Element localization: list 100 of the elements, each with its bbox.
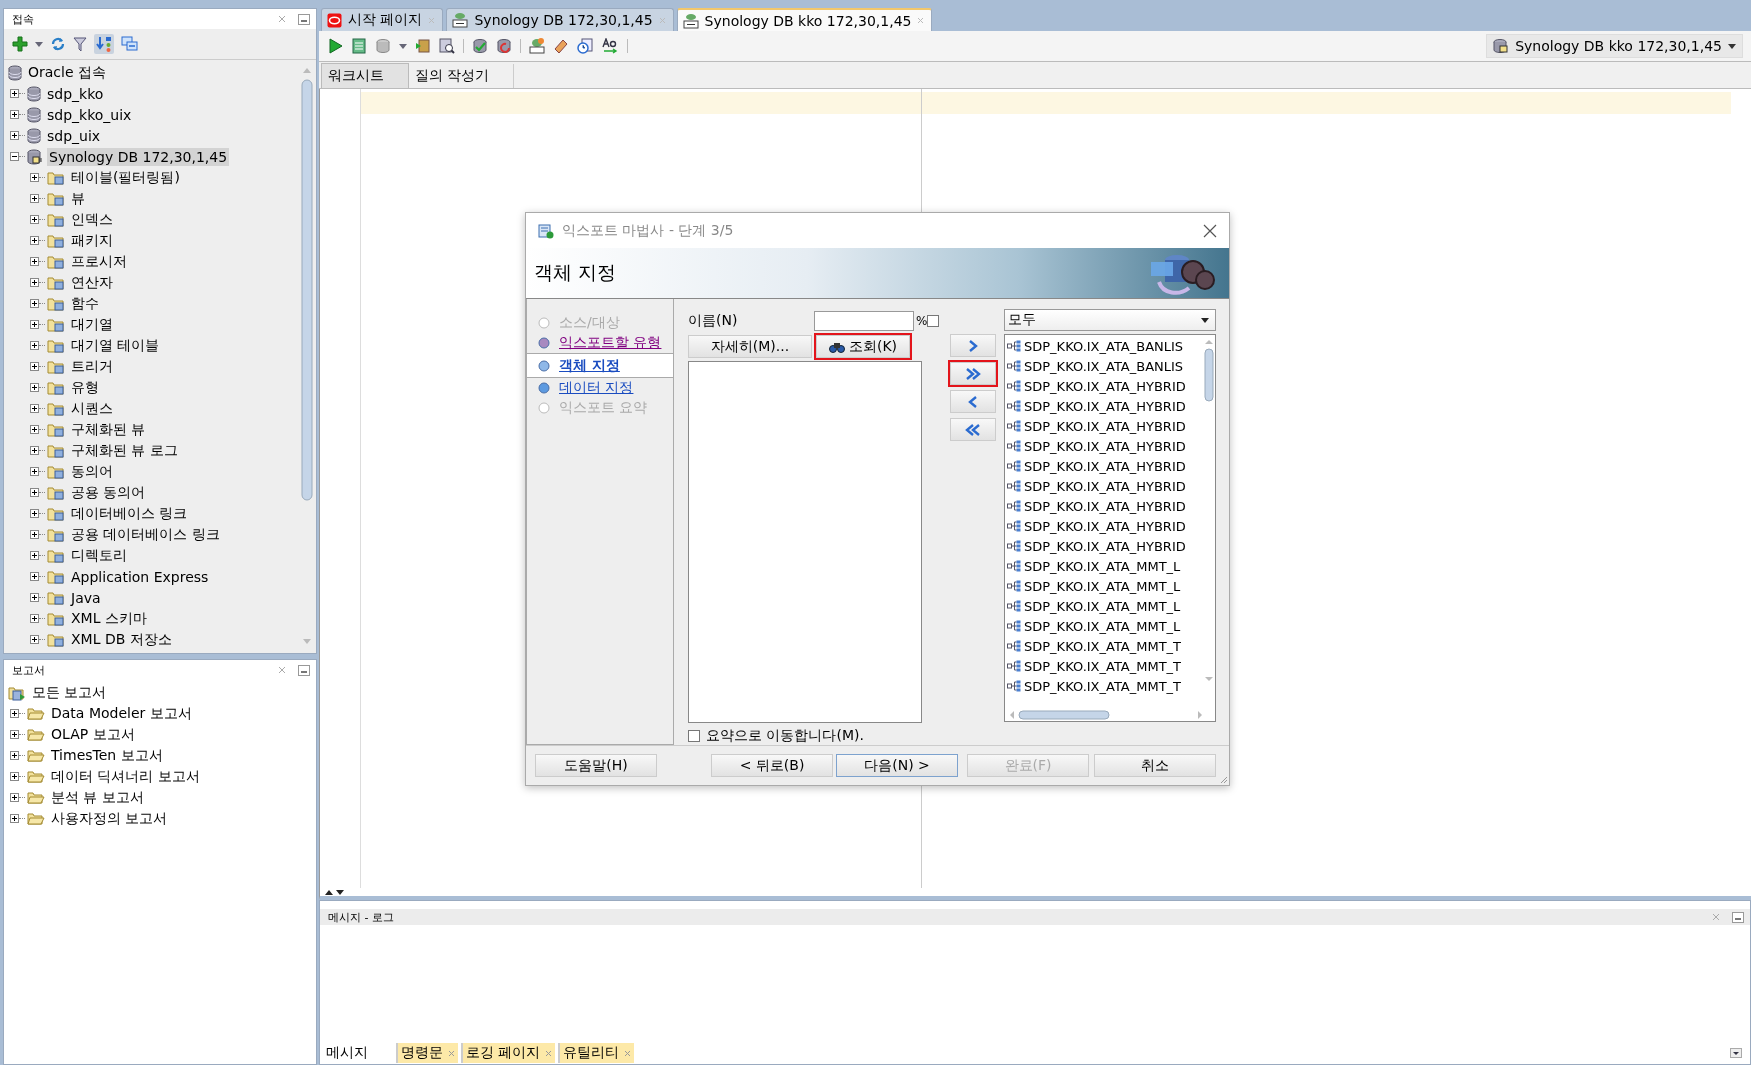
tree-item[interactable]: 디렉토리 xyxy=(69,545,129,566)
list-item[interactable]: SDP_KKO.IX_ATA_HYBRID xyxy=(1024,478,1186,494)
resize-grip-icon[interactable] xyxy=(1220,776,1228,784)
list-item[interactable]: SDP_KKO.IX_ATA_HYBRID xyxy=(1024,438,1186,454)
expander-icon[interactable] xyxy=(30,215,39,224)
list-item[interactable]: SDP_KKO.IX_ATA_HYBRID xyxy=(1024,518,1186,534)
expander-icon[interactable] xyxy=(10,730,19,739)
dialog-button[interactable]: < 뒤로(B) xyxy=(711,754,833,778)
list-item[interactable]: SDP_KKO.IX_ATA_HYBRID xyxy=(1024,398,1186,414)
expander-icon[interactable] xyxy=(10,709,19,718)
list-item[interactable]: SDP_KKO.IX_ATA_BANLIS xyxy=(1024,358,1184,374)
tree-item[interactable]: 트리거 xyxy=(69,356,115,377)
split-arrows-icon[interactable] xyxy=(324,888,346,896)
wizard-step[interactable]: 익스포트할 유형 xyxy=(559,334,662,353)
expander-icon[interactable] xyxy=(30,635,39,644)
expander-icon[interactable] xyxy=(30,236,39,245)
move-button[interactable] xyxy=(950,390,996,414)
tree-item[interactable]: Application Express xyxy=(69,567,211,586)
expander-icon[interactable] xyxy=(10,89,19,98)
caret-icon[interactable] xyxy=(35,41,43,47)
expander-icon[interactable] xyxy=(30,173,39,182)
expander-icon[interactable] xyxy=(30,509,39,518)
tree-item[interactable]: XML DB 저장소 xyxy=(69,629,174,650)
collapse-icon[interactable] xyxy=(121,36,139,52)
expander-icon[interactable] xyxy=(30,257,39,266)
tree-item[interactable]: sdp_kko xyxy=(45,84,106,103)
checkbox[interactable] xyxy=(688,730,700,743)
tree-item[interactable]: 함수 xyxy=(69,293,101,314)
list-item[interactable]: SDP_KKO.IX_ATA_MMT_L xyxy=(1024,618,1181,634)
list-item[interactable]: SDP_KKO.IX_ATA_MMT_L xyxy=(1024,578,1181,594)
dialog-button[interactable]: 도움말(H) xyxy=(535,754,657,778)
expander-icon[interactable] xyxy=(10,110,19,119)
tree-item[interactable]: 모든 보고서 xyxy=(30,682,109,703)
expander-icon[interactable] xyxy=(30,383,39,392)
wizard-step[interactable]: 데이터 지정 xyxy=(559,379,634,398)
expander-icon[interactable] xyxy=(30,194,39,203)
commit-icon[interactable] xyxy=(472,38,488,54)
list-item[interactable]: SDP_KKO.IX_ATA_MMT_T xyxy=(1024,638,1182,654)
sql-tuning-icon[interactable] xyxy=(529,38,545,54)
expander-icon[interactable] xyxy=(30,425,39,434)
tree-item[interactable]: TimesTen 보고서 xyxy=(49,745,165,766)
dialog-button[interactable]: 다음(N) > xyxy=(836,754,958,778)
expander-icon[interactable] xyxy=(30,530,39,539)
expander-icon[interactable] xyxy=(30,446,39,455)
tree-item[interactable]: Oracle 접속 xyxy=(26,62,108,83)
connection-dropdown[interactable]: Synology DB kko 172,30,1,45 xyxy=(1486,34,1743,58)
expander-icon[interactable] xyxy=(10,131,19,140)
log-tab[interactable]: 명령문 xyxy=(396,1043,458,1063)
case-icon[interactable] xyxy=(601,38,619,54)
history-icon[interactable] xyxy=(577,38,593,54)
expander-icon[interactable] xyxy=(30,362,39,371)
tree-item[interactable]: 테이블(필터링됨) xyxy=(69,167,182,188)
tree-item[interactable]: 뷰 xyxy=(69,188,87,209)
filter-icon[interactable] xyxy=(73,36,87,52)
lookup-button[interactable]: 조회(K) xyxy=(816,335,910,359)
add-icon[interactable] xyxy=(12,36,28,52)
explain-plan-icon[interactable] xyxy=(415,38,431,54)
list-item[interactable]: SDP_KKO.IX_ATA_MMT_L xyxy=(1024,598,1181,614)
expander-icon[interactable] xyxy=(10,793,19,802)
list-item[interactable]: SDP_KKO.IX_ATA_HYBRID xyxy=(1024,378,1186,394)
rollback-icon[interactable] xyxy=(496,38,512,54)
minimize-icon[interactable] xyxy=(298,13,310,25)
tree-item[interactable]: 대기열 테이블 xyxy=(69,335,162,356)
expander-icon[interactable] xyxy=(30,278,39,287)
expander-icon[interactable] xyxy=(10,814,19,823)
editor-tab[interactable]: 워크시트 xyxy=(321,63,409,88)
tree-item[interactable]: sdp_uix xyxy=(45,126,103,145)
document-tab[interactable]: 시작 페이지 xyxy=(321,8,444,31)
autotrace-icon[interactable] xyxy=(439,38,455,54)
tree-item[interactable]: 데이터베이스 링크 xyxy=(69,503,190,524)
tree-item[interactable]: 시퀀스 xyxy=(69,398,115,419)
filter-dropdown[interactable]: 모두 xyxy=(1004,309,1216,332)
minimize-icon[interactable] xyxy=(1732,911,1744,923)
expander-icon[interactable] xyxy=(30,299,39,308)
tree-item[interactable]: 구체화된 뷰 로그 xyxy=(69,440,180,461)
dialog-button[interactable]: 취소 xyxy=(1094,754,1216,778)
eraser-icon[interactable] xyxy=(553,38,569,54)
expander-icon[interactable] xyxy=(30,341,39,350)
list-item[interactable]: SDP_KKO.IX_ATA_MMT_L xyxy=(1024,558,1181,574)
list-item[interactable]: SDP_KKO.IX_ATA_HYBRID xyxy=(1024,498,1186,514)
tree-item[interactable]: 대기열 xyxy=(69,314,115,335)
tree-item[interactable]: sdp_kko_uix xyxy=(45,105,134,124)
list-item[interactable]: SDP_KKO.IX_ATA_HYBRID xyxy=(1024,418,1186,434)
menu-caret-icon[interactable] xyxy=(1730,1048,1742,1058)
expander-icon[interactable] xyxy=(10,152,19,161)
expander-icon[interactable] xyxy=(30,320,39,329)
list-item[interactable]: SDP_KKO.IX_ATA_BANLIS xyxy=(1024,338,1184,354)
run-script-icon[interactable] xyxy=(351,38,367,54)
list-item[interactable]: SDP_KKO.IX_ATA_HYBRID xyxy=(1024,458,1186,474)
tree-item[interactable]: 공용 동의어 xyxy=(69,482,148,503)
tree-item[interactable]: 유형 xyxy=(69,377,101,398)
log-tab[interactable]: 유틸리티 xyxy=(558,1043,635,1063)
tree-item[interactable]: 인덱스 xyxy=(69,209,115,230)
expander-icon[interactable] xyxy=(10,772,19,781)
list-item[interactable]: SDP_KKO.IX_ATA_MMT_T xyxy=(1024,658,1182,674)
name-field[interactable] xyxy=(814,311,914,332)
run-icon[interactable] xyxy=(327,38,343,54)
expander-icon[interactable] xyxy=(30,404,39,413)
list-item[interactable]: SDP_KKO.IX_ATA_MMT_T xyxy=(1024,678,1182,694)
log-tab[interactable]: 메시지 xyxy=(323,1043,371,1063)
